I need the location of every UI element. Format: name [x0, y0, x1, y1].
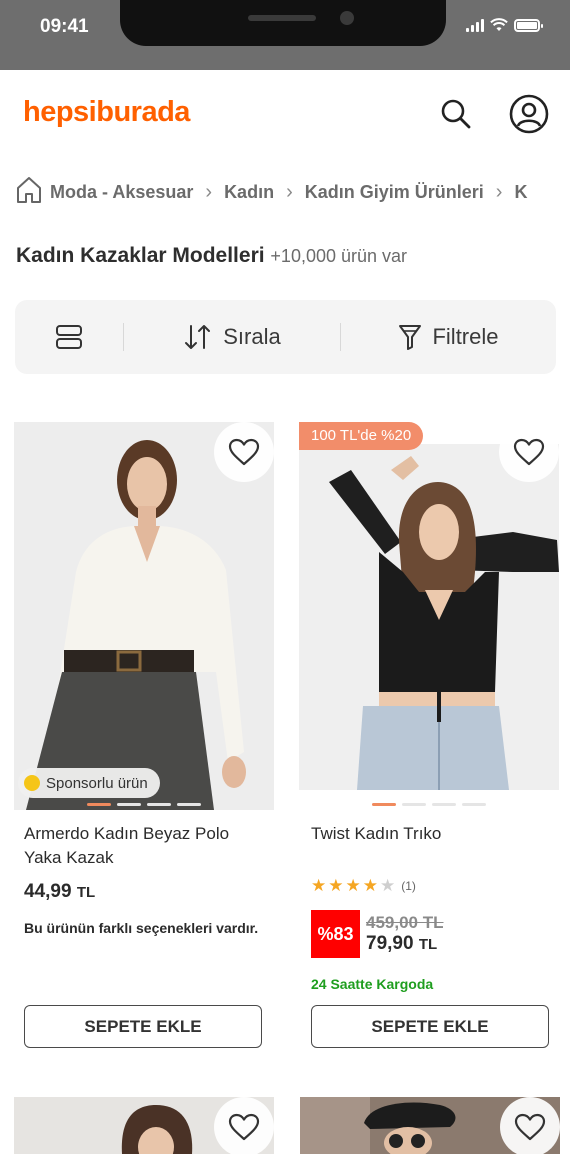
star-empty-icon: ★: [380, 876, 396, 895]
favorite-button[interactable]: [214, 1097, 274, 1154]
front-camera: [340, 11, 354, 25]
status-time: 09:41: [40, 16, 89, 37]
price-value: 79,90: [366, 933, 414, 954]
rating-stars: ★ ★ ★ ★ ★ (1): [311, 876, 416, 896]
heart-icon: [228, 1113, 260, 1141]
grid-view-icon: [56, 325, 82, 349]
old-price: 459,00 TL: [366, 913, 444, 932]
breadcrumb: Moda - Aksesuar › Kadın › Kadın Giyim Ür…: [0, 172, 570, 212]
star-icon: ★: [311, 876, 327, 895]
price-block: %83 459,00 TL 79,90 TL: [311, 910, 444, 958]
add-to-cart-button[interactable]: SEPETE EKLE: [311, 1005, 549, 1048]
product-name[interactable]: Twist Kadın Trıko: [311, 822, 551, 846]
sponsored-badge: Sponsorlu ürün: [18, 768, 160, 798]
add-to-cart-button[interactable]: SEPETE EKLE: [24, 1005, 262, 1048]
slide-dot[interactable]: [462, 803, 486, 806]
discount-label: %83: [317, 923, 354, 944]
breadcrumb-item-next[interactable]: K: [514, 182, 527, 203]
product-image[interactable]: 100 TL'de %20: [299, 422, 559, 810]
campaign-badge: 100 TL'de %20: [299, 422, 424, 450]
breadcrumb-item-moda-aksesuar[interactable]: Moda - Aksesuar: [50, 182, 193, 203]
device-notch: [120, 0, 446, 46]
listing-heading: Kadın Kazaklar Modelleri +10,000 ürün va…: [16, 244, 407, 268]
list-toolbar: Sırala Filtrele: [15, 300, 556, 374]
page-title: Kadın Kazaklar Modelleri: [16, 244, 265, 267]
app-header: hepsiburada: [0, 70, 570, 162]
product-price: 79,90 TL: [366, 933, 444, 955]
favorite-button[interactable]: [499, 422, 559, 482]
search-icon: [441, 99, 471, 129]
user-icon: [509, 94, 549, 134]
price-value: 44,99: [24, 881, 72, 902]
product-price: 44,99 TL: [24, 881, 95, 903]
sponsor-dot-icon: [24, 775, 40, 791]
breadcrumb-separator-icon: ›: [286, 180, 293, 203]
wifi-icon: [490, 18, 508, 31]
slide-dot-active[interactable]: [87, 803, 111, 806]
status-icons: [466, 18, 543, 32]
status-bar: 09:41: [0, 0, 570, 70]
breadcrumb-separator-icon: ›: [205, 180, 213, 203]
favorite-button[interactable]: [214, 422, 274, 482]
star-icon: ★: [328, 876, 344, 895]
slide-dot-active[interactable]: [372, 803, 396, 806]
sort-icon: [185, 325, 211, 349]
sort-button[interactable]: Sırala: [124, 300, 340, 374]
filter-button[interactable]: Filtrele: [341, 300, 556, 374]
home-icon: [17, 176, 41, 203]
result-count: +10,000 ürün var: [270, 246, 408, 266]
price-currency: TL: [418, 936, 438, 953]
price-currency: TL: [76, 884, 96, 901]
shipping-note: 24 Saatte Kargoda: [311, 976, 434, 992]
image-slider-dots: [299, 803, 559, 806]
variants-note: Bu ürünün farklı seçenekleri vardır.: [24, 920, 259, 936]
slide-dot[interactable]: [177, 803, 201, 806]
discount-badge: %83: [311, 910, 360, 958]
star-icon: ★: [345, 876, 361, 895]
breadcrumb-item-kadin[interactable]: Kadın: [224, 182, 274, 203]
cellular-signal-icon: [466, 18, 484, 32]
search-button[interactable]: [436, 94, 476, 134]
battery-icon: [514, 18, 543, 32]
product-card[interactable]: [14, 1097, 274, 1154]
product-card[interactable]: 100 TL'de %20 Twist Kadın Trıko ★ ★ ★ ★ …: [299, 422, 559, 1048]
heart-icon: [514, 1113, 546, 1141]
breadcrumb-home[interactable]: [16, 176, 42, 209]
heart-icon: [228, 438, 260, 466]
heart-icon: [513, 438, 545, 466]
review-count[interactable]: (1): [401, 879, 416, 893]
product-card[interactable]: Sponsorlu ürün Armerdo Kadın Beyaz Polo …: [14, 422, 274, 1048]
image-slider-dots: [14, 803, 274, 806]
sort-label: Sırala: [223, 324, 281, 349]
brand-logo[interactable]: hepsiburada: [23, 96, 190, 129]
breadcrumb-separator-icon: ›: [495, 180, 503, 203]
slide-dot[interactable]: [432, 803, 456, 806]
slide-dot[interactable]: [117, 803, 141, 806]
filter-label: Filtrele: [432, 324, 499, 349]
product-card[interactable]: [300, 1097, 560, 1154]
view-toggle-button[interactable]: [15, 300, 123, 374]
product-name[interactable]: Armerdo Kadın Beyaz Polo Yaka Kazak: [24, 822, 264, 870]
favorite-button[interactable]: [500, 1097, 560, 1154]
breadcrumb-item-kadin-giyim[interactable]: Kadın Giyim Ürünleri: [305, 182, 484, 203]
star-icon: ★: [362, 876, 378, 895]
slide-dot[interactable]: [402, 803, 426, 806]
account-button[interactable]: [509, 94, 549, 134]
product-image[interactable]: Sponsorlu ürün: [14, 422, 274, 810]
sponsored-label: Sponsorlu ürün: [46, 774, 148, 792]
speaker-grill: [248, 15, 316, 21]
slide-dot[interactable]: [147, 803, 171, 806]
filter-icon: [399, 325, 422, 350]
